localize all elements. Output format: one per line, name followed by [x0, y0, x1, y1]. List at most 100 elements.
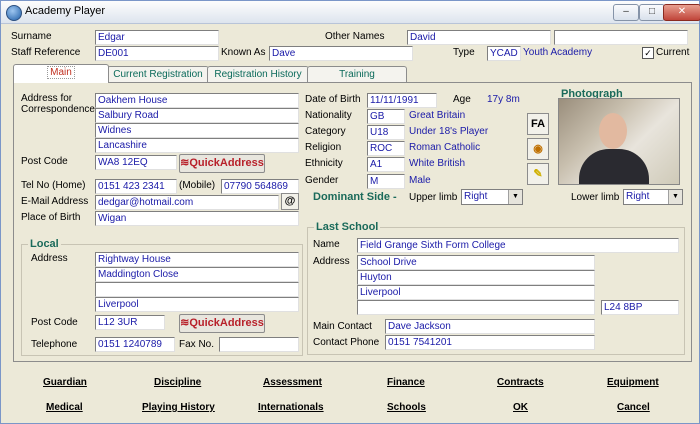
ok-button[interactable]: OK: [513, 402, 528, 413]
tab-current-registration[interactable]: Current Registration: [107, 66, 209, 82]
notes-button[interactable]: ✎: [527, 163, 549, 185]
current-checkbox[interactable]: ✓: [642, 47, 654, 59]
quick-address-button[interactable]: ≋QuickAddress: [179, 154, 265, 173]
email-input[interactable]: dedgar@hotmail.com: [95, 195, 279, 210]
photo-body: [579, 149, 649, 184]
other-names-extra-input[interactable]: [554, 30, 688, 45]
player-photo: [558, 98, 680, 185]
known-as-input[interactable]: Dave: [269, 46, 413, 61]
main-contact-input[interactable]: Dave Jackson: [385, 319, 595, 334]
schools-link[interactable]: Schools: [387, 402, 426, 413]
tab-training[interactable]: Training: [307, 66, 407, 82]
fa-button[interactable]: FA: [527, 113, 549, 135]
close-button[interactable]: ✕: [663, 4, 700, 21]
contracts-link[interactable]: Contracts: [497, 377, 544, 388]
equipment-link[interactable]: Equipment: [607, 377, 659, 388]
age-value: 17y 8m: [487, 94, 520, 105]
school-address-line-4[interactable]: [357, 300, 595, 315]
tel-home-input[interactable]: 0151 423 2341: [95, 179, 177, 194]
gender-label: Gender: [305, 175, 339, 186]
staff-ref-label: Staff Reference: [11, 47, 81, 58]
school-name-input[interactable]: Field Grange Sixth Form College: [357, 238, 679, 253]
fax-input[interactable]: [219, 337, 299, 352]
at-icon: @: [284, 195, 296, 207]
tab-main-label: Main: [47, 66, 75, 79]
email-send-button[interactable]: @: [281, 193, 299, 210]
surname-input[interactable]: Edgar: [95, 30, 219, 45]
staff-ref-input[interactable]: DE001: [95, 46, 219, 61]
school-address-line-2[interactable]: Huyton: [357, 270, 595, 285]
dob-input[interactable]: 11/11/1991: [367, 93, 437, 108]
local-quick-address-button[interactable]: ≋QuickAddress: [179, 314, 265, 333]
app-icon: [6, 5, 22, 21]
postcode-label: Post Code: [21, 156, 68, 167]
playing-history-link[interactable]: Playing History: [142, 402, 215, 413]
upper-limb-value: Right: [464, 191, 488, 202]
local-telephone-label: Telephone: [31, 339, 78, 350]
discipline-link[interactable]: Discipline: [154, 377, 201, 388]
tab-main[interactable]: Main: [13, 64, 109, 83]
category-code-input[interactable]: U18: [367, 125, 405, 140]
local-address-line-2[interactable]: Maddington Close: [95, 267, 299, 282]
nationality-label: Nationality: [305, 110, 352, 121]
address-line-1[interactable]: Oakhem House: [95, 93, 299, 108]
upper-limb-label: Upper limb: [409, 192, 458, 203]
title-bar: Academy Player – □ ✕: [1, 1, 700, 24]
religion-desc: Roman Catholic: [409, 142, 481, 153]
quick-address-icon: ≋: [180, 157, 190, 169]
contact-phone-input[interactable]: 0151 7541201: [385, 335, 595, 350]
school-address-label: Address: [313, 256, 350, 267]
nationality-code-input[interactable]: GB: [367, 109, 405, 124]
category-label: Category: [305, 126, 346, 137]
window-title: Academy Player: [25, 5, 106, 17]
religion-code-input[interactable]: ROC: [367, 141, 405, 156]
other-names-input[interactable]: David: [407, 30, 551, 45]
mobile-input[interactable]: 07790 564869: [221, 179, 299, 194]
local-address-label: Address: [31, 253, 68, 264]
finance-link[interactable]: Finance: [387, 377, 425, 388]
address-line-3[interactable]: Widnes: [95, 123, 299, 138]
lookup-button[interactable]: ◉: [527, 138, 549, 160]
tab-registration-history[interactable]: Registration History: [207, 66, 309, 82]
medical-link[interactable]: Medical: [46, 402, 83, 413]
dob-label: Date of Birth: [305, 94, 361, 105]
chevron-down-icon: ▼: [668, 190, 682, 204]
quick-address-label: QuickAddress: [189, 317, 264, 329]
lower-limb-select[interactable]: Right ▼: [623, 189, 683, 205]
cancel-button[interactable]: Cancel: [617, 402, 650, 413]
last-school-title: Last School: [314, 221, 381, 233]
local-address-line-1[interactable]: Rightway House: [95, 252, 299, 267]
ethnicity-code-input[interactable]: A1: [367, 157, 405, 172]
upper-limb-select[interactable]: Right ▼: [461, 189, 523, 205]
address-line-2[interactable]: Salbury Road: [95, 108, 299, 123]
tel-home-label: Tel No (Home): [21, 180, 86, 191]
ethnicity-desc: White British: [409, 158, 466, 169]
gender-code-input[interactable]: M: [367, 174, 405, 189]
assessment-link[interactable]: Assessment: [263, 377, 322, 388]
type-code-input[interactable]: YCAD: [487, 46, 521, 61]
school-address-line-1[interactable]: School Drive: [357, 255, 595, 270]
contact-phone-label: Contact Phone: [313, 337, 380, 348]
local-postcode-input[interactable]: L12 3UR: [95, 315, 165, 330]
local-telephone-input[interactable]: 0151 1240789: [95, 337, 175, 352]
local-address-line-3[interactable]: [95, 282, 299, 297]
address-correspondence-label: Address for Correspondence: [21, 93, 95, 115]
mobile-label: (Mobile): [179, 180, 216, 191]
local-address-line-4[interactable]: Liverpool: [95, 297, 299, 312]
maximize-button[interactable]: □: [639, 4, 665, 21]
postcode-input[interactable]: WA8 12EQ: [95, 155, 177, 170]
guardian-link[interactable]: Guardian: [43, 377, 87, 388]
internationals-link[interactable]: Internationals: [258, 402, 324, 413]
minimize-button[interactable]: –: [613, 4, 639, 21]
school-postcode-input[interactable]: L24 8BP: [601, 300, 679, 315]
quick-address-label: QuickAddress: [189, 157, 264, 169]
address-line-4[interactable]: Lancashire: [95, 138, 299, 153]
religion-label: Religion: [305, 142, 342, 153]
known-as-label: Known As: [221, 47, 266, 58]
gender-desc: Male: [409, 175, 431, 186]
type-label: Type: [453, 47, 475, 58]
school-address-line-3[interactable]: Liverpool: [357, 285, 595, 300]
quick-address-icon: ≋: [180, 317, 190, 329]
pob-input[interactable]: Wigan: [95, 211, 299, 226]
age-label: Age: [453, 94, 471, 105]
